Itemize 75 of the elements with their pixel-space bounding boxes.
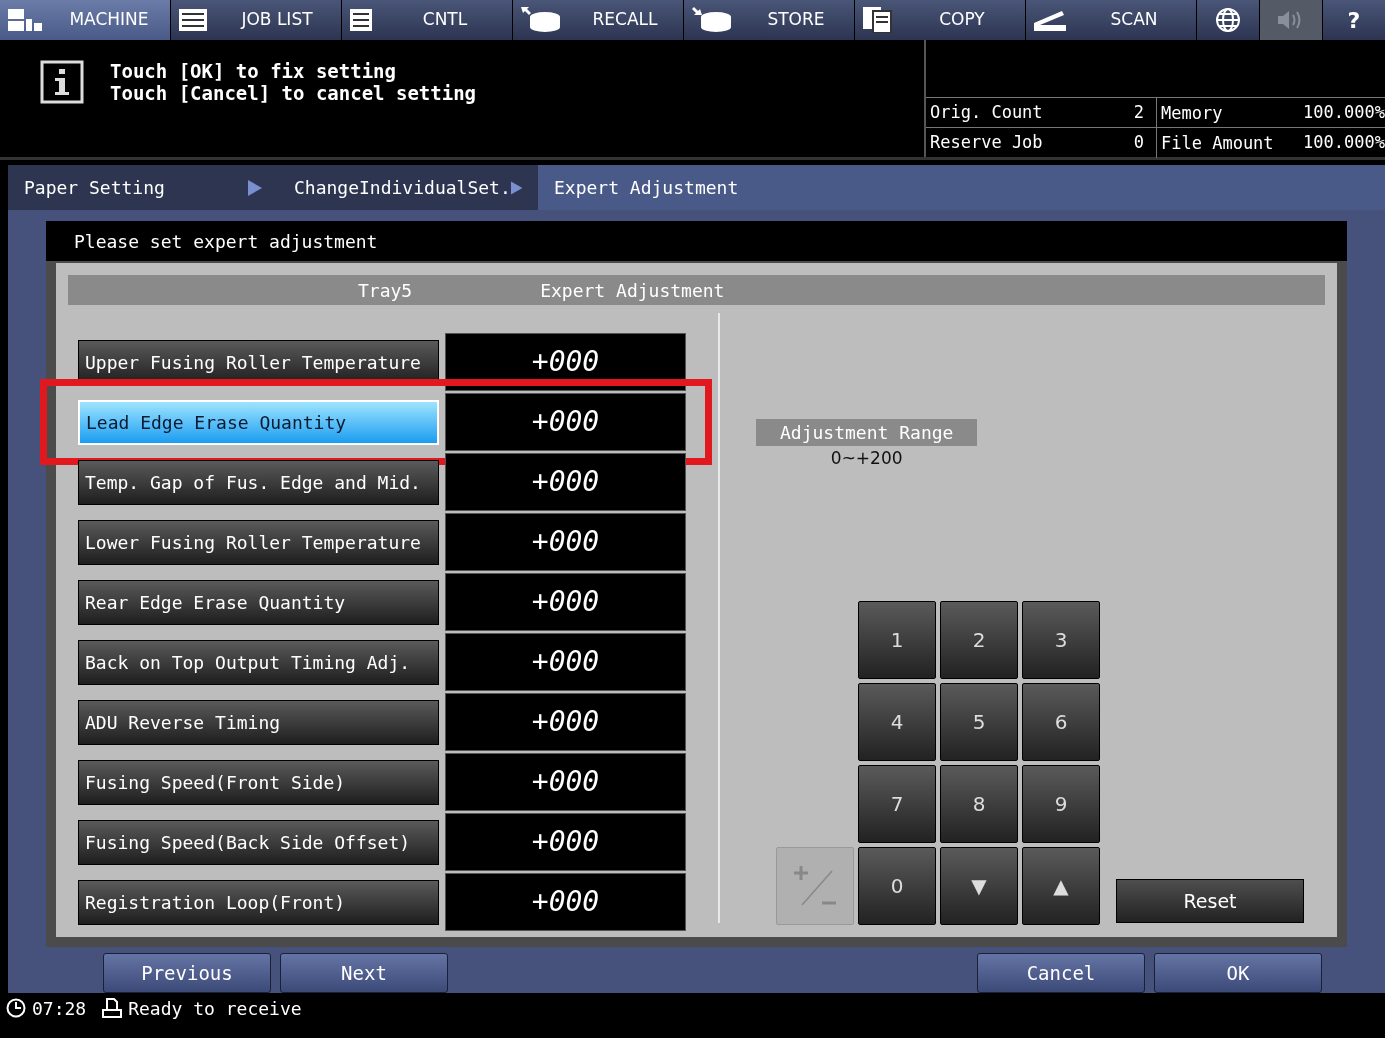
setting-button[interactable]: Lower Fusing Roller Temperature	[78, 519, 439, 565]
value-display: +000	[445, 813, 686, 871]
counter-label: Reserve Job	[929, 130, 1044, 154]
status-text: Ready to receive	[128, 996, 302, 1021]
scanner-icon	[1034, 9, 1066, 31]
breadcrumb-item[interactable]: ChangeIndividualSet.	[278, 165, 538, 210]
nav-button[interactable]: OK	[1154, 953, 1322, 993]
machine-icon	[8, 7, 42, 33]
setting-button[interactable]: Lead Edge Erase Quantity	[78, 399, 439, 445]
menu-tab[interactable]: SCAN	[1026, 0, 1196, 40]
list-icon	[179, 9, 207, 31]
menu-tab[interactable]: RECALL	[513, 0, 683, 40]
printer-icon	[102, 998, 123, 1018]
setting-button[interactable]: Temp. Gap of Fus. Edge and Mid.	[78, 459, 439, 505]
instruction-text: Please set expert adjustment	[46, 221, 1347, 261]
keypad-key[interactable]: 7	[858, 765, 936, 843]
value-display: +000	[445, 453, 686, 511]
value-display: +000	[445, 693, 686, 751]
counter-value: 2	[1132, 100, 1145, 124]
menu-tab[interactable]: JOB LIST	[171, 0, 341, 40]
range-value: 0~+200	[830, 447, 903, 470]
disk-stack-icon	[692, 7, 732, 33]
breadcrumb-item[interactable]: Paper Setting	[8, 165, 278, 210]
memory-label: Memory	[1156, 97, 1286, 128]
setting-button[interactable]: Fusing Speed(Back Side Offset)	[78, 819, 439, 865]
nav-button[interactable]: Previous	[103, 953, 271, 993]
breadcrumb-item: Expert Adjustment	[553, 176, 740, 200]
setting-button[interactable]: Rear Edge Erase Quantity	[78, 579, 439, 625]
menu-tab[interactable]: STORE	[684, 0, 854, 40]
clock-icon	[6, 998, 26, 1018]
info-icon	[40, 60, 84, 104]
keypad-key[interactable]: ▲	[1022, 847, 1100, 925]
reset-button[interactable]: Reset	[1116, 879, 1304, 923]
menu-tab[interactable]: COPY	[855, 0, 1025, 40]
keypad-key[interactable]: ▼	[940, 847, 1018, 925]
menu-tab[interactable]: CNTL	[342, 0, 512, 40]
arrow-icon	[248, 179, 262, 196]
value-display: +000	[445, 393, 686, 451]
keypad-key[interactable]: 2	[940, 601, 1018, 679]
list-icon	[350, 9, 372, 31]
value-display: +000	[445, 633, 686, 691]
menu-tab[interactable]: MACHINE	[0, 0, 170, 40]
value-display: +000	[445, 513, 686, 571]
keypad-key[interactable]: 4	[858, 683, 936, 761]
keypad-key[interactable]: 5	[940, 683, 1018, 761]
globe-icon	[1215, 7, 1241, 33]
nav-button[interactable]: Cancel	[977, 953, 1145, 993]
keypad-key[interactable]: 1	[858, 601, 936, 679]
setting-button[interactable]: ADU Reverse Timing	[78, 699, 439, 745]
keypad-key[interactable]: 3	[1022, 601, 1100, 679]
keypad-key[interactable]: 8	[940, 765, 1018, 843]
value-display: +000	[445, 573, 686, 631]
disk-stack-icon	[521, 7, 561, 33]
memory-value: 100.000%	[1302, 130, 1385, 154]
nav-button[interactable]: Next	[280, 953, 448, 993]
memory-value: 100.000%	[1302, 100, 1385, 124]
message-text: Touch [OK] to fix setting Touch [Cancel] to cancel setting	[110, 60, 477, 106]
arrow-icon	[510, 179, 522, 196]
range-label: Adjustment Range	[756, 419, 978, 446]
setting-button[interactable]: Registration Loop(Front)	[78, 879, 439, 925]
keypad-key[interactable]: 6	[1022, 683, 1100, 761]
keypad-key[interactable]: 9	[1022, 765, 1100, 843]
value-display: +000	[445, 753, 686, 811]
memory-label: File Amount	[1156, 127, 1286, 158]
help-button[interactable]: ?	[1323, 0, 1385, 40]
keypad-key[interactable]: 0	[858, 847, 936, 925]
clock-time: 07:28	[32, 996, 87, 1021]
counter-label: Orig. Count	[929, 100, 1044, 124]
value-display: +000	[445, 873, 686, 931]
setting-button[interactable]: Back on Top Output Timing Adj.	[78, 639, 439, 685]
counter-value: 0	[1132, 130, 1145, 154]
copy-icon	[863, 7, 893, 33]
language-button[interactable]	[1197, 0, 1259, 40]
setting-button[interactable]: Fusing Speed(Front Side)	[78, 759, 439, 805]
panel-header: Tray5 Expert Adjustment	[68, 275, 1325, 305]
